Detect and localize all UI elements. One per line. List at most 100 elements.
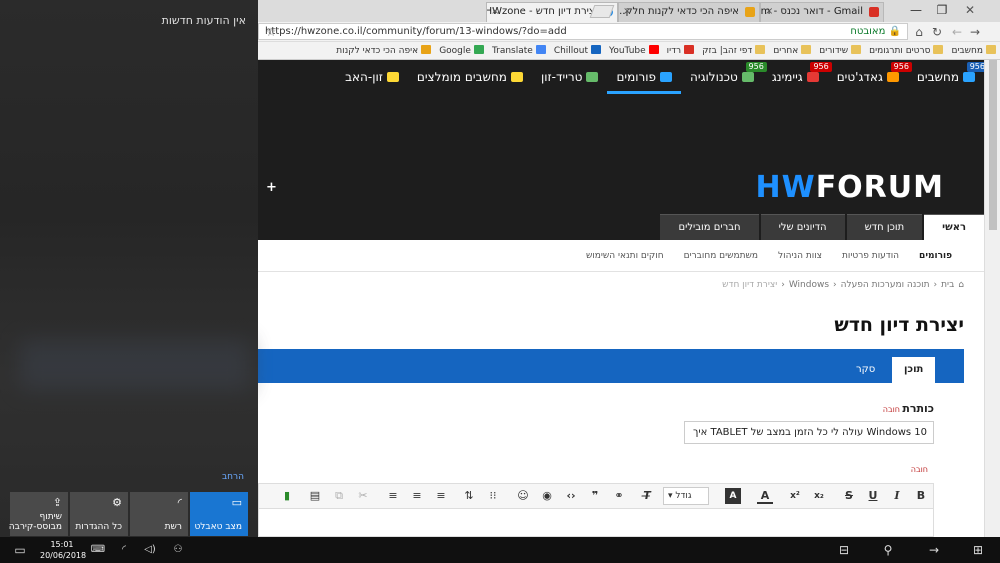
crumb-category[interactable]: תוכנה ומערכות הפעלה xyxy=(841,280,930,290)
drive-icon xyxy=(473,45,484,54)
bookmark-item[interactable]: דפי זהב| בזק xyxy=(698,42,769,60)
tab-new-content[interactable]: תוכן חדש xyxy=(846,214,923,240)
close-icon[interactable]: × xyxy=(765,3,773,21)
cut-icon[interactable]: ✂ xyxy=(355,488,371,504)
bookmark-item[interactable]: Google xyxy=(435,42,488,60)
tab-title: יצירת דיון חדש - HWzone xyxy=(486,6,597,17)
tab-gmail[interactable]: Gmail - דואר נכנס - com... × xyxy=(760,2,884,22)
bookmark-item[interactable]: שידורים xyxy=(815,42,865,60)
page-scrollbar[interactable] xyxy=(984,60,1000,537)
tab-poll[interactable]: סקר xyxy=(844,357,887,383)
back-icon[interactable]: → xyxy=(966,23,984,41)
subnav-forums[interactable]: פורומים xyxy=(909,240,962,272)
close-icon[interactable]: × xyxy=(491,3,499,21)
bold-icon[interactable]: B xyxy=(913,488,929,504)
tab-shopping[interactable]: איפה הכי כדאי לקנות חלק... × xyxy=(618,2,760,22)
editor-body[interactable] xyxy=(258,509,934,537)
clock[interactable]: 15:01 20/06/2018 xyxy=(40,539,86,561)
close-icon[interactable]: × xyxy=(623,3,631,21)
quote-icon[interactable]: ❞ xyxy=(587,488,603,504)
subnav-online-users[interactable]: משתמשים מחוברים xyxy=(674,240,768,272)
nearby-share-toggle[interactable]: ⇪ שיתוף מבוסס-קירבה xyxy=(9,492,68,536)
gmail-icon xyxy=(869,7,879,17)
link-icon[interactable]: ⚭ xyxy=(611,488,627,504)
url-input[interactable]: https://hwzone.co.il/community/forum/13-… xyxy=(258,23,908,40)
folder-icon xyxy=(755,45,766,54)
search-icon[interactable]: ⚲ xyxy=(876,537,900,563)
tablet-mode-toggle[interactable]: ▭ מצב טאבלט xyxy=(190,492,248,536)
windows-start-icon[interactable]: ⊞ xyxy=(966,537,990,563)
crumb-windows[interactable]: Windows xyxy=(789,280,829,290)
volume-icon[interactable]: ◁) xyxy=(140,537,160,563)
action-center-icon[interactable]: ▭ xyxy=(8,537,32,563)
keyboard-icon[interactable]: ⌨ xyxy=(88,537,108,563)
task-view-icon[interactable]: ⊟ xyxy=(832,537,856,563)
align-left-icon[interactable]: ≡ xyxy=(385,488,401,504)
clear-format-icon[interactable]: T̶ xyxy=(639,488,655,504)
secure-indicator[interactable]: 🔒 מאובטח xyxy=(850,24,901,39)
copy-icon[interactable]: ⧉ xyxy=(331,488,347,504)
tab-home[interactable]: ראשי xyxy=(924,214,984,240)
close-window-button[interactable]: ✕ xyxy=(958,0,982,20)
subscript-icon[interactable]: x₂ xyxy=(811,488,827,504)
people-icon[interactable]: ⚇ xyxy=(168,537,188,563)
scroll-thumb[interactable] xyxy=(989,60,997,230)
nav-gaming[interactable]: גיימינג 956 xyxy=(763,60,832,94)
nav-tradezone[interactable]: טרייד-זון xyxy=(532,60,608,94)
bookmark-item[interactable]: Chillout xyxy=(550,42,605,60)
highlight-icon[interactable]: A xyxy=(725,488,741,504)
bookmark-item[interactable]: רדיו xyxy=(663,42,698,60)
bookmark-item[interactable]: אחרים xyxy=(769,42,815,60)
forward-icon[interactable]: ← xyxy=(948,23,966,41)
font-size-dropdown[interactable]: ▾ גודל xyxy=(663,487,709,505)
nav-zonehub[interactable]: זון-האב xyxy=(336,60,408,94)
subnav-messages[interactable]: הודעות פרטיות xyxy=(832,240,909,272)
code-icon[interactable]: ‹› xyxy=(563,488,579,504)
hwforum-logo[interactable]: HWFORUM xyxy=(755,170,944,205)
all-settings-button[interactable]: ⚙ כל ההגדרות xyxy=(70,492,128,536)
flask-icon xyxy=(741,72,754,82)
tab-my-topics[interactable]: הדיונים שלי xyxy=(760,214,845,240)
plus-icon[interactable]: + xyxy=(266,180,277,195)
tab-content[interactable]: תוכן xyxy=(892,357,936,383)
bookmark-item[interactable]: איפה הכי כדאי לקנות xyxy=(332,42,435,60)
maximize-button[interactable]: ❐ xyxy=(930,0,954,20)
paste-excel-icon[interactable]: ▮ xyxy=(279,488,295,504)
network-toggle[interactable]: ◜ רשת xyxy=(130,492,188,536)
subnav-staff[interactable]: צוות הניהול xyxy=(768,240,832,272)
emoji-icon[interactable]: ☺ xyxy=(515,488,531,504)
bookmark-item[interactable]: סרטים ותרגומים xyxy=(865,42,947,60)
strikethrough-icon[interactable]: S xyxy=(841,488,857,504)
spoiler-icon[interactable]: ◉ xyxy=(539,488,555,504)
list-icon[interactable]: ⁝⁝ xyxy=(485,488,501,504)
bookmark-item[interactable]: YouTube xyxy=(605,42,663,60)
ordered-list-icon[interactable]: ⇅ xyxy=(461,488,477,504)
italic-icon[interactable]: I xyxy=(889,488,905,504)
subnav-rules[interactable]: חוקים ותנאי השימוש xyxy=(576,240,674,272)
nav-gadgets[interactable]: גאדג'טים 956 xyxy=(828,60,912,94)
wifi-icon[interactable]: ◜ xyxy=(114,537,134,563)
star-icon[interactable]: ☆ xyxy=(262,23,280,41)
font-color-icon[interactable]: A xyxy=(757,488,773,504)
nav-computers[interactable]: מחשבים 956 xyxy=(908,60,988,94)
nav-forums[interactable]: פורומים xyxy=(607,60,682,94)
minimize-button[interactable]: — xyxy=(904,0,928,20)
align-center-icon[interactable]: ≡ xyxy=(409,488,425,504)
gear-icon: ⚙ xyxy=(112,496,122,509)
bookmark-item[interactable]: מחשבים xyxy=(947,42,1000,60)
paste-icon[interactable]: ▤ xyxy=(307,488,323,504)
expand-link[interactable]: הרחב xyxy=(222,472,244,482)
title-input[interactable] xyxy=(684,421,934,444)
align-right-icon[interactable]: ≡ xyxy=(433,488,449,504)
home-icon[interactable]: ⌂ xyxy=(910,23,928,41)
crumb-home[interactable]: בית xyxy=(941,280,954,290)
reload-icon[interactable]: ↻ xyxy=(928,23,946,41)
underline-icon[interactable]: U xyxy=(865,488,881,504)
site-main-nav: מחשבים 956 גאדג'טים 956 גיימינג 956 טכנולוג… xyxy=(258,60,988,94)
superscript-icon[interactable]: x² xyxy=(787,488,803,504)
arrow-right-icon[interactable]: → xyxy=(922,537,946,563)
tab-top-members[interactable]: חברים מובילים xyxy=(660,214,759,240)
bookmark-item[interactable]: Translate xyxy=(488,42,550,60)
nav-technology[interactable]: טכנולוגיה 956 xyxy=(681,60,767,94)
nav-recommended[interactable]: מחשבים מומלצים xyxy=(408,60,532,94)
